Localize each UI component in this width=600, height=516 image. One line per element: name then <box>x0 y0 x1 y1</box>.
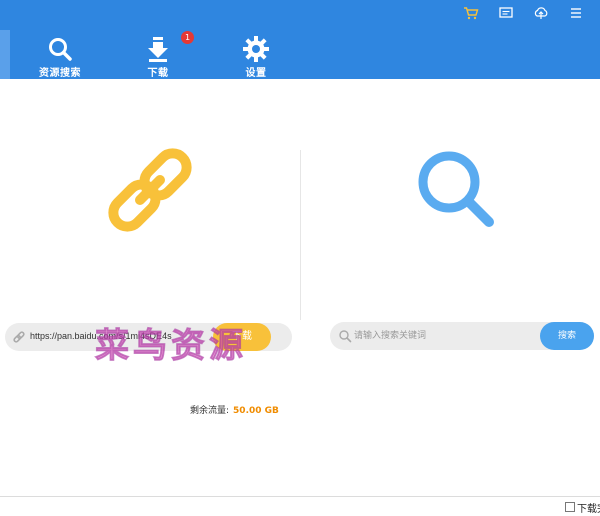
nav-settings[interactable]: 设置 <box>221 32 291 79</box>
app-window: 资源搜索 下载 1 设置 https://pan.baidu.com/s/1mi… <box>0 0 600 516</box>
download-complete-checkbox[interactable] <box>565 502 575 512</box>
small-link-icon <box>13 331 25 343</box>
search-icon <box>49 38 72 61</box>
cart-icon[interactable] <box>463 6 479 20</box>
gear-icon <box>243 36 269 62</box>
nav-download-label: 下载 <box>147 68 169 79</box>
magnifier-icon <box>418 151 494 227</box>
download-complete-label: 下载完 <box>577 504 600 515</box>
status-footer: 下载完 <box>0 496 600 516</box>
watermark-text: 菜鸟资源 <box>95 326 247 367</box>
menu-icon[interactable] <box>568 6 584 20</box>
remaining-traffic: 剩余流量: 50.00 GB <box>190 403 279 416</box>
link-chain-icon <box>108 148 192 232</box>
nav-resource-search[interactable]: 资源搜索 <box>25 32 95 79</box>
nav-settings-label: 设置 <box>245 68 267 79</box>
nav-resource-search-label: 资源搜索 <box>39 68 81 79</box>
search-field-icon <box>339 330 352 343</box>
message-icon[interactable] <box>498 6 514 20</box>
download-count-badge: 1 <box>181 31 194 44</box>
toolbar-left-accent <box>0 30 10 79</box>
top-toolbar: 资源搜索 下载 1 设置 <box>0 0 600 79</box>
search-button[interactable]: 搜索 <box>540 322 594 350</box>
download-icon <box>148 37 168 62</box>
remaining-traffic-value: 50.00 GB <box>233 406 279 416</box>
cloud-icon[interactable] <box>533 6 549 20</box>
panel-divider <box>300 150 301 320</box>
search-input[interactable] <box>354 326 534 346</box>
remaining-traffic-label: 剩余流量: <box>190 406 230 416</box>
